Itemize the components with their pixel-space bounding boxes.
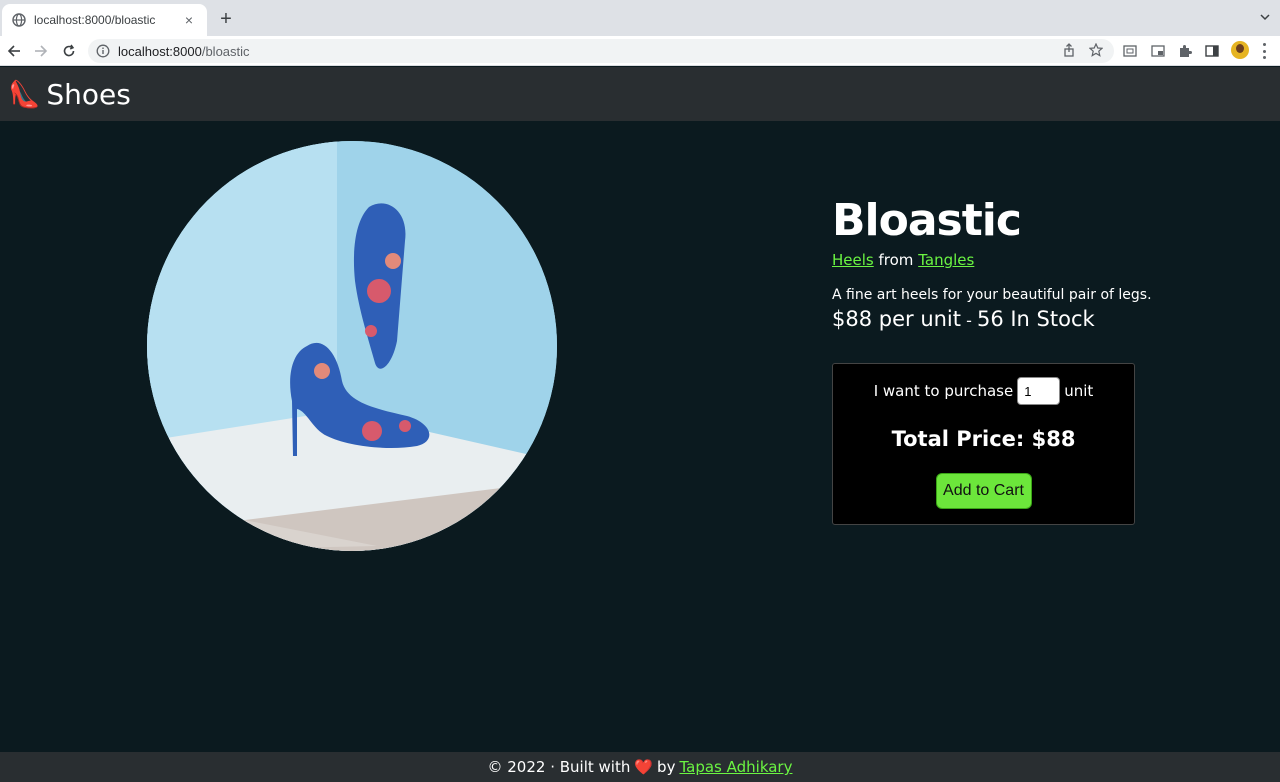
site-header: 👠 Shoes	[0, 67, 1280, 121]
url-path: /bloastic	[201, 43, 250, 59]
main-content: Bloastic Heels from Tangles A fine art h…	[0, 121, 1280, 752]
product-meta: Heels from Tangles	[832, 251, 1152, 269]
new-tab-button[interactable]: +	[216, 9, 236, 29]
extensions-puzzle-icon[interactable]	[1177, 43, 1193, 59]
footer-prefix: © 2022 · Built with	[487, 758, 631, 776]
bookmark-star-icon[interactable]	[1088, 42, 1104, 58]
browser-tabbar: localhost:8000/bloastic × +	[0, 0, 1280, 36]
browser-tab[interactable]: localhost:8000/bloastic ×	[2, 4, 207, 36]
url-host: localhost:8000	[118, 43, 202, 59]
stock-text: 56 In Stock	[976, 307, 1095, 331]
purchase-suffix: unit	[1064, 382, 1094, 400]
profile-avatar[interactable]	[1231, 41, 1249, 59]
globe-icon	[12, 13, 26, 27]
price-stock-line: $88 per unit - 56 In Stock	[832, 307, 1152, 331]
quantity-input[interactable]	[1017, 377, 1061, 405]
price-text: $88 per unit	[832, 307, 962, 331]
tab-title: localhost:8000/bloastic	[34, 13, 156, 27]
product-description: A fine art heels for your beautiful pair…	[832, 287, 1152, 303]
high-heel-icon: 👠	[8, 78, 41, 109]
price-separator: -	[961, 311, 977, 330]
purchase-row: I want to purchase unit	[833, 377, 1134, 405]
purchase-prefix: I want to purchase	[873, 382, 1014, 400]
site-footer: © 2022 · Built with ❤️ by Tapas Adhikary	[0, 752, 1280, 782]
product-details: Bloastic Heels from Tangles A fine art h…	[832, 195, 1152, 332]
url-text: localhost:8000/bloastic	[118, 44, 250, 59]
picture-in-picture-icon[interactable]	[1150, 43, 1166, 59]
brand-link[interactable]: Tangles	[918, 251, 974, 269]
menu-kebab-icon[interactable]	[1262, 43, 1266, 59]
product-title: Bloastic	[832, 195, 1022, 246]
forward-icon[interactable]	[31, 41, 51, 61]
browser-toolbar: localhost:8000/bloastic	[0, 36, 1280, 66]
site-logo-text[interactable]: Shoes	[46, 78, 130, 111]
category-link[interactable]: Heels	[832, 251, 874, 269]
author-link[interactable]: Tapas Adhikary	[679, 758, 792, 776]
footer-by: by	[657, 758, 676, 776]
back-icon[interactable]	[4, 41, 24, 61]
info-icon[interactable]	[96, 44, 110, 58]
reload-icon[interactable]	[59, 41, 79, 61]
chevron-down-icon[interactable]	[1258, 10, 1272, 24]
close-icon[interactable]: ×	[181, 12, 197, 28]
share-icon[interactable]	[1061, 42, 1077, 58]
purchase-box: I want to purchase unit Total Price: $88…	[832, 363, 1135, 525]
add-to-cart-button[interactable]: Add to Cart	[935, 473, 1032, 509]
address-bar[interactable]: localhost:8000/bloastic	[88, 39, 1114, 63]
product-image	[147, 141, 557, 551]
from-text: from	[878, 251, 914, 269]
total-price: Total Price: $88	[891, 427, 1076, 451]
side-panel-icon[interactable]	[1204, 43, 1220, 59]
screenshot-icon[interactable]	[1122, 43, 1138, 59]
heart-icon: ❤️	[634, 758, 654, 776]
